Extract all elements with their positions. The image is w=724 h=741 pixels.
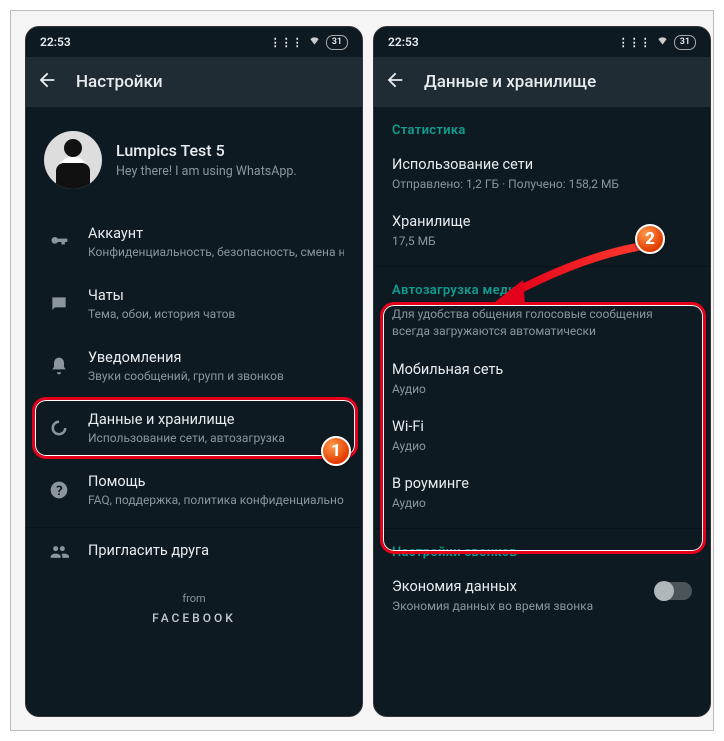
page-title: Настройки bbox=[76, 72, 163, 92]
signal-icon: ⋮⋮⋮ bbox=[618, 36, 651, 49]
wifi-icon bbox=[308, 35, 321, 49]
row-network-usage[interactable]: Использование сети Отправлено: 1,2 ГБ · … bbox=[374, 146, 710, 203]
toggle-switch[interactable] bbox=[656, 582, 692, 600]
bell-icon bbox=[48, 356, 70, 376]
row-sub: Аудио bbox=[392, 382, 692, 396]
row-mobile-data[interactable]: Мобильная сеть Аудио bbox=[374, 351, 710, 408]
settings-item-account[interactable]: Аккаунт Конфиденциальность, безопасность… bbox=[26, 211, 362, 273]
people-icon bbox=[48, 542, 70, 562]
row-sub: Экономия данных во время звонка bbox=[392, 599, 646, 613]
help-icon bbox=[48, 480, 70, 500]
status-bar: 22:53 ⋮⋮⋮ 31 bbox=[26, 27, 362, 57]
battery-indicator: 31 bbox=[674, 35, 696, 50]
key-icon bbox=[48, 232, 70, 252]
data-usage-icon bbox=[48, 418, 70, 438]
callout-badge-2: 2 bbox=[635, 224, 665, 254]
setting-title: Уведомления bbox=[88, 349, 344, 366]
settings-item-invite[interactable]: Пригласить друга bbox=[26, 528, 362, 576]
setting-sub: Конфиденциальность, безопасность, смена … bbox=[88, 245, 344, 259]
setting-title: Данные и хранилище bbox=[88, 411, 344, 428]
row-title: Использование сети bbox=[392, 156, 692, 173]
settings-item-notifications[interactable]: Уведомления Звуки сообщений, групп и зво… bbox=[26, 335, 362, 397]
signal-icon: ⋮⋮⋮ bbox=[270, 36, 303, 49]
setting-title: Пригласить друга bbox=[88, 542, 344, 559]
profile-name: Lumpics Test 5 bbox=[116, 141, 297, 160]
section-header-calls: Настройки звонков bbox=[374, 529, 710, 568]
profile-status: Hey there! I am using WhatsApp. bbox=[116, 164, 297, 179]
row-sub: Аудио bbox=[392, 496, 692, 510]
battery-indicator: 31 bbox=[326, 35, 348, 50]
footer-brand: FACEBOOK bbox=[26, 611, 362, 625]
status-time: 22:53 bbox=[388, 35, 419, 49]
settings-item-chats[interactable]: Чаты Тема, обои, история чатов bbox=[26, 273, 362, 335]
row-data-saver[interactable]: Экономия данных Экономия данных во время… bbox=[374, 568, 710, 627]
page-title: Данные и хранилище bbox=[424, 72, 596, 92]
phone-settings: 22:53 ⋮⋮⋮ 31 Настройки Lumpics Test 5 He… bbox=[25, 26, 363, 717]
autodownload-description: Для удобства общения голосовые сообщения… bbox=[374, 306, 710, 351]
callout-badge-1: 1 bbox=[321, 436, 351, 466]
avatar bbox=[44, 131, 102, 189]
phone-data-storage: 22:53 ⋮⋮⋮ 31 Данные и хранилище Статисти… bbox=[373, 26, 711, 717]
app-bar: Настройки bbox=[26, 57, 362, 107]
app-bar: Данные и хранилище bbox=[374, 57, 710, 107]
status-icons: ⋮⋮⋮ 31 bbox=[270, 35, 348, 50]
setting-sub: Звуки сообщений, групп и звонков bbox=[88, 369, 344, 383]
footer-from: from bbox=[26, 592, 362, 605]
chat-icon bbox=[48, 294, 70, 314]
row-sub: Отправлено: 1,2 ГБ · Получено: 158,2 МБ bbox=[392, 177, 692, 191]
row-wifi[interactable]: Wi-Fi Аудио bbox=[374, 408, 710, 465]
setting-title: Аккаунт bbox=[88, 225, 344, 242]
row-roaming[interactable]: В роуминге Аудио bbox=[374, 465, 710, 522]
footer: from FACEBOOK bbox=[26, 576, 362, 625]
back-icon[interactable] bbox=[384, 69, 406, 95]
row-sub: Аудио bbox=[392, 439, 692, 453]
setting-sub: Использование сети, автозагрузка bbox=[88, 431, 344, 445]
setting-sub: FAQ, поддержка, политика конфиденциально… bbox=[88, 493, 344, 507]
tutorial-canvas: 22:53 ⋮⋮⋮ 31 Настройки Lumpics Test 5 He… bbox=[10, 10, 714, 731]
section-header-stats: Статистика bbox=[374, 107, 710, 146]
wifi-icon bbox=[656, 35, 669, 49]
back-icon[interactable] bbox=[36, 69, 58, 95]
setting-sub: Тема, обои, история чатов bbox=[88, 307, 344, 321]
setting-title: Чаты bbox=[88, 287, 344, 304]
settings-item-data-storage[interactable]: Данные и хранилище Использование сети, а… bbox=[26, 397, 362, 459]
row-title: Мобильная сеть bbox=[392, 361, 692, 378]
profile-row[interactable]: Lumpics Test 5 Hey there! I am using Wha… bbox=[26, 107, 362, 211]
row-title: Wi-Fi bbox=[392, 418, 692, 435]
status-bar: 22:53 ⋮⋮⋮ 31 bbox=[374, 27, 710, 57]
settings-item-help[interactable]: Помощь FAQ, поддержка, политика конфиден… bbox=[26, 459, 362, 521]
status-time: 22:53 bbox=[40, 35, 71, 49]
setting-title: Помощь bbox=[88, 473, 344, 490]
section-header-autodownload: Автозагрузка медиа bbox=[374, 267, 710, 306]
status-icons: ⋮⋮⋮ 31 bbox=[618, 35, 696, 50]
row-title: В роуминге bbox=[392, 475, 692, 492]
row-title: Экономия данных bbox=[392, 578, 646, 595]
